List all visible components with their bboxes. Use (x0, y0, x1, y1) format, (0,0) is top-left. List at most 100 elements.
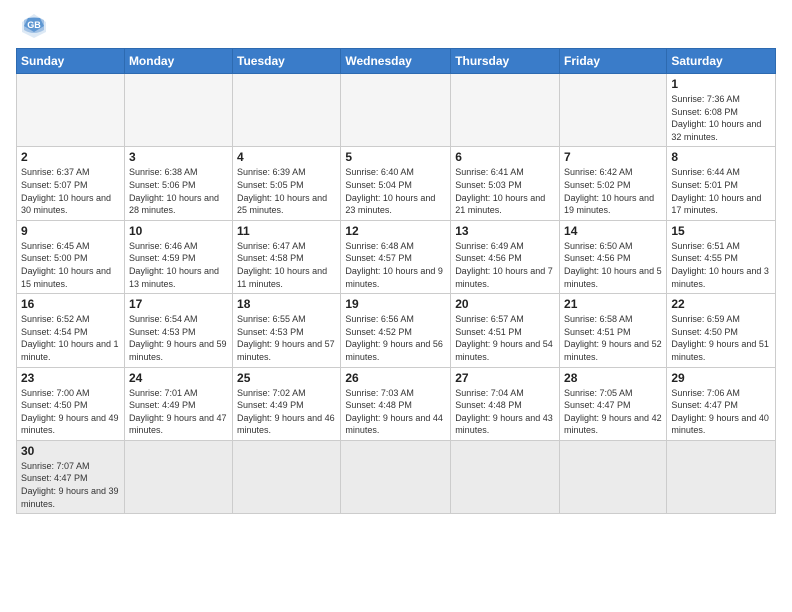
day-info: Sunrise: 6:55 AMSunset: 4:53 PMDaylight:… (237, 313, 336, 363)
day-info: Sunrise: 6:58 AMSunset: 4:51 PMDaylight:… (564, 313, 662, 363)
calendar-cell: 28 Sunrise: 7:05 AMSunset: 4:47 PMDayligh… (560, 367, 667, 440)
weekday-header-wednesday: Wednesday (341, 49, 451, 74)
day-info: Sunrise: 6:45 AMSunset: 5:00 PMDaylight:… (21, 240, 120, 290)
page-header: GB (16, 12, 776, 40)
day-info: Sunrise: 6:52 AMSunset: 4:54 PMDaylight:… (21, 313, 120, 363)
logo-icon: GB (16, 12, 52, 40)
calendar: SundayMondayTuesdayWednesdayThursdayFrid… (16, 48, 776, 514)
calendar-cell (560, 440, 667, 513)
day-info: Sunrise: 7:00 AMSunset: 4:50 PMDaylight:… (21, 387, 120, 437)
calendar-week-5: 30 Sunrise: 7:07 AMSunset: 4:47 PMDayligh… (17, 440, 776, 513)
day-number: 3 (129, 150, 228, 164)
day-number: 7 (564, 150, 662, 164)
calendar-cell: 11Sunrise: 6:47 AMSunset: 4:58 PMDayligh… (233, 220, 341, 293)
day-info: Sunrise: 7:01 AMSunset: 4:49 PMDaylight:… (129, 387, 228, 437)
day-info: Sunrise: 6:50 AMSunset: 4:56 PMDaylight:… (564, 240, 662, 290)
calendar-cell: 17 Sunrise: 6:54 AMSunset: 4:53 PMDayligh… (124, 294, 232, 367)
calendar-cell: 5 Sunrise: 6:40 AMSunset: 5:04 PMDaylight… (341, 147, 451, 220)
day-info: Sunrise: 6:48 AMSunset: 4:57 PMDaylight:… (345, 240, 446, 290)
weekday-header-tuesday: Tuesday (233, 49, 341, 74)
weekday-header-thursday: Thursday (451, 49, 560, 74)
calendar-cell (560, 74, 667, 147)
day-number: 5 (345, 150, 446, 164)
day-info: Sunrise: 6:42 AMSunset: 5:02 PMDaylight:… (564, 166, 662, 216)
calendar-cell: 30 Sunrise: 7:07 AMSunset: 4:47 PMDayligh… (17, 440, 125, 513)
weekday-header-saturday: Saturday (667, 49, 776, 74)
day-number: 12 (345, 224, 446, 238)
day-number: 23 (21, 371, 120, 385)
day-info: Sunrise: 6:41 AMSunset: 5:03 PMDaylight:… (455, 166, 555, 216)
calendar-cell: 25Sunrise: 7:02 AMSunset: 4:49 PMDayligh… (233, 367, 341, 440)
day-info: Sunrise: 6:49 AMSunset: 4:56 PMDaylight:… (455, 240, 555, 290)
day-number: 25 (237, 371, 336, 385)
calendar-cell: 27 Sunrise: 7:04 AMSunset: 4:48 PMDayligh… (451, 367, 560, 440)
svg-text:GB: GB (27, 20, 41, 30)
day-info: Sunrise: 7:05 AMSunset: 4:47 PMDaylight:… (564, 387, 662, 437)
calendar-week-3: 16 Sunrise: 6:52 AMSunset: 4:54 PMDayligh… (17, 294, 776, 367)
calendar-cell (451, 74, 560, 147)
calendar-cell: 14 Sunrise: 6:50 AMSunset: 4:56 PMDayligh… (560, 220, 667, 293)
calendar-cell: 10 Sunrise: 6:46 AMSunset: 4:59 PMDayligh… (124, 220, 232, 293)
calendar-cell: 2 Sunrise: 6:37 AMSunset: 5:07 PMDaylight… (17, 147, 125, 220)
calendar-cell: 29Sunrise: 7:06 AMSunset: 4:47 PMDayligh… (667, 367, 776, 440)
day-number: 6 (455, 150, 555, 164)
calendar-week-4: 23 Sunrise: 7:00 AMSunset: 4:50 PMDayligh… (17, 367, 776, 440)
day-number: 24 (129, 371, 228, 385)
day-number: 18 (237, 297, 336, 311)
day-info: Sunrise: 6:57 AMSunset: 4:51 PMDaylight:… (455, 313, 555, 363)
calendar-cell (233, 74, 341, 147)
calendar-cell: 23 Sunrise: 7:00 AMSunset: 4:50 PMDayligh… (17, 367, 125, 440)
day-info: Sunrise: 6:59 AMSunset: 4:50 PMDaylight:… (671, 313, 771, 363)
day-number: 28 (564, 371, 662, 385)
calendar-cell: 15 Sunrise: 6:51 AMSunset: 4:55 PMDayligh… (667, 220, 776, 293)
calendar-cell: 8Sunrise: 6:44 AMSunset: 5:01 PMDaylight… (667, 147, 776, 220)
calendar-cell: 7 Sunrise: 6:42 AMSunset: 5:02 PMDaylight… (560, 147, 667, 220)
calendar-cell (124, 74, 232, 147)
day-number: 14 (564, 224, 662, 238)
day-info: Sunrise: 6:38 AMSunset: 5:06 PMDaylight:… (129, 166, 228, 216)
calendar-cell: 13Sunrise: 6:49 AMSunset: 4:56 PMDayligh… (451, 220, 560, 293)
calendar-cell: 6 Sunrise: 6:41 AMSunset: 5:03 PMDaylight… (451, 147, 560, 220)
day-number: 17 (129, 297, 228, 311)
day-info: Sunrise: 6:40 AMSunset: 5:04 PMDaylight:… (345, 166, 446, 216)
calendar-cell: 26 Sunrise: 7:03 AMSunset: 4:48 PMDayligh… (341, 367, 451, 440)
calendar-cell: 22Sunrise: 6:59 AMSunset: 4:50 PMDayligh… (667, 294, 776, 367)
day-info: Sunrise: 6:56 AMSunset: 4:52 PMDaylight:… (345, 313, 446, 363)
day-info: Sunrise: 7:03 AMSunset: 4:48 PMDaylight:… (345, 387, 446, 437)
calendar-week-0: 1Sunrise: 7:36 AMSunset: 6:08 PMDaylight… (17, 74, 776, 147)
day-info: Sunrise: 6:51 AMSunset: 4:55 PMDaylight:… (671, 240, 771, 290)
calendar-cell (667, 440, 776, 513)
day-number: 26 (345, 371, 446, 385)
day-number: 27 (455, 371, 555, 385)
day-number: 8 (671, 150, 771, 164)
calendar-cell (233, 440, 341, 513)
calendar-week-1: 2 Sunrise: 6:37 AMSunset: 5:07 PMDaylight… (17, 147, 776, 220)
day-info: Sunrise: 6:54 AMSunset: 4:53 PMDaylight:… (129, 313, 228, 363)
day-number: 2 (21, 150, 120, 164)
day-number: 10 (129, 224, 228, 238)
calendar-cell: 3 Sunrise: 6:38 AMSunset: 5:06 PMDaylight… (124, 147, 232, 220)
day-info: Sunrise: 7:04 AMSunset: 4:48 PMDaylight:… (455, 387, 555, 437)
day-number: 9 (21, 224, 120, 238)
day-info: Sunrise: 6:46 AMSunset: 4:59 PMDaylight:… (129, 240, 228, 290)
day-number: 11 (237, 224, 336, 238)
weekday-header-monday: Monday (124, 49, 232, 74)
calendar-cell: 9 Sunrise: 6:45 AMSunset: 5:00 PMDaylight… (17, 220, 125, 293)
calendar-cell: 18 Sunrise: 6:55 AMSunset: 4:53 PMDayligh… (233, 294, 341, 367)
day-number: 20 (455, 297, 555, 311)
calendar-cell: 1Sunrise: 7:36 AMSunset: 6:08 PMDaylight… (667, 74, 776, 147)
day-info: Sunrise: 6:39 AMSunset: 5:05 PMDaylight:… (237, 166, 336, 216)
weekday-header-row: SundayMondayTuesdayWednesdayThursdayFrid… (17, 49, 776, 74)
day-number: 1 (671, 77, 771, 91)
day-number: 16 (21, 297, 120, 311)
calendar-cell (124, 440, 232, 513)
calendar-cell: 4Sunrise: 6:39 AMSunset: 5:05 PMDaylight… (233, 147, 341, 220)
day-info: Sunrise: 7:07 AMSunset: 4:47 PMDaylight:… (21, 460, 120, 510)
day-info: Sunrise: 7:06 AMSunset: 4:47 PMDaylight:… (671, 387, 771, 437)
day-number: 15 (671, 224, 771, 238)
calendar-week-2: 9 Sunrise: 6:45 AMSunset: 5:00 PMDaylight… (17, 220, 776, 293)
day-info: Sunrise: 6:37 AMSunset: 5:07 PMDaylight:… (21, 166, 120, 216)
day-number: 30 (21, 444, 120, 458)
calendar-cell (341, 440, 451, 513)
calendar-cell: 20 Sunrise: 6:57 AMSunset: 4:51 PMDayligh… (451, 294, 560, 367)
